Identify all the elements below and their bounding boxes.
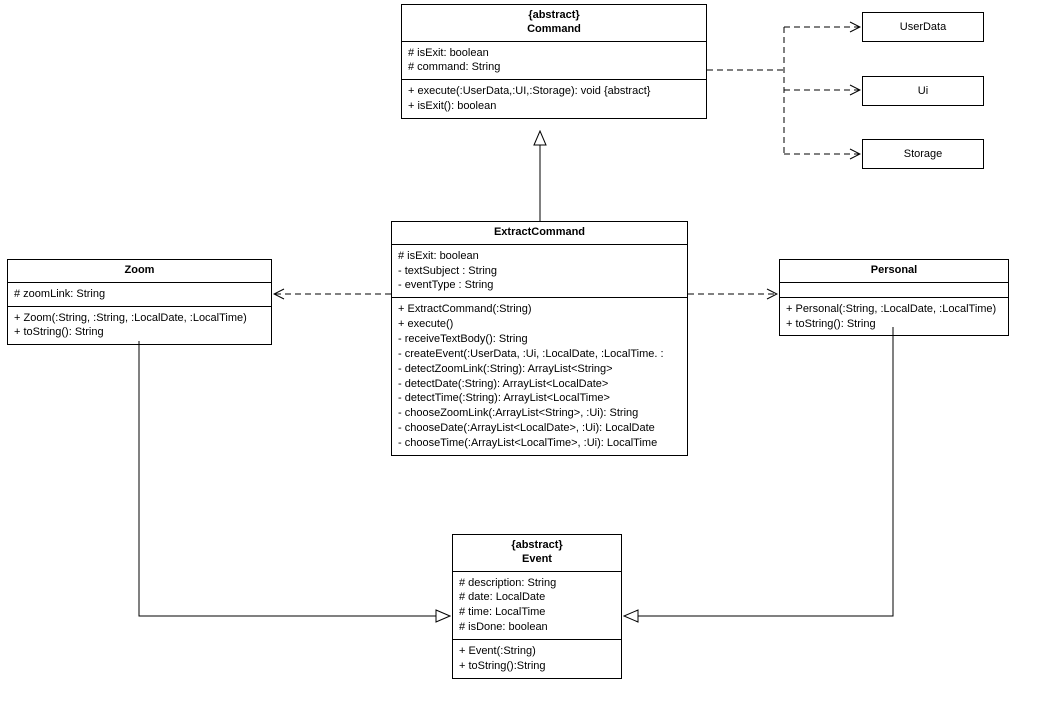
class-command-name: Command bbox=[408, 23, 700, 37]
class-zoom-title: Zoom bbox=[8, 260, 271, 283]
op: + Personal(:String, :LocalDate, :LocalTi… bbox=[786, 302, 1002, 317]
attr: # isExit: boolean bbox=[398, 249, 681, 264]
attr: # date: LocalDate bbox=[459, 590, 615, 605]
class-storage: Storage bbox=[862, 139, 984, 169]
op: - detectDate(:String): ArrayList<LocalDa… bbox=[398, 377, 681, 392]
attr: # zoomLink: String bbox=[14, 287, 265, 302]
class-userdata: UserData bbox=[862, 12, 984, 42]
op: + ExtractCommand(:String) bbox=[398, 302, 681, 317]
class-zoom-ops: + Zoom(:String, :String, :LocalDate, :Lo… bbox=[8, 307, 271, 345]
op: + isExit(): boolean bbox=[408, 99, 700, 114]
op: - chooseTime(:ArrayList<LocalTime>, :Ui)… bbox=[398, 436, 681, 451]
class-zoom-attrs: # zoomLink: String bbox=[8, 283, 271, 307]
attr: - eventType : String bbox=[398, 278, 681, 293]
class-extractcommand-ops: + ExtractCommand(:String) + execute() - … bbox=[392, 298, 687, 454]
class-extractcommand-title: ExtractCommand bbox=[392, 222, 687, 245]
class-extractcommand: ExtractCommand # isExit: boolean - textS… bbox=[391, 221, 688, 456]
class-event-name: Event bbox=[459, 553, 615, 567]
op: - receiveTextBody(): String bbox=[398, 332, 681, 347]
class-ui-name: Ui bbox=[918, 85, 928, 97]
class-command-title: {abstract} Command bbox=[402, 5, 706, 42]
op: - createEvent(:UserData, :Ui, :LocalDate… bbox=[398, 347, 681, 362]
class-userdata-name: UserData bbox=[900, 21, 946, 33]
attr: # isDone: boolean bbox=[459, 620, 615, 635]
class-zoom-name: Zoom bbox=[14, 264, 265, 278]
class-extractcommand-attrs: # isExit: boolean - textSubject : String… bbox=[392, 245, 687, 299]
attr: # description: String bbox=[459, 576, 615, 591]
class-storage-name: Storage bbox=[904, 148, 943, 160]
class-ui: Ui bbox=[862, 76, 984, 106]
class-event-attrs: # description: String # date: LocalDate … bbox=[453, 572, 621, 640]
uml-diagram: {abstract} Command # isExit: boolean # c… bbox=[0, 0, 1041, 708]
class-zoom: Zoom # zoomLink: String + Zoom(:String, … bbox=[7, 259, 272, 345]
class-event-title: {abstract} Event bbox=[453, 535, 621, 572]
op: + toString(): String bbox=[786, 317, 1002, 332]
op: - chooseZoomLink(:ArrayList<String>, :Ui… bbox=[398, 406, 681, 421]
op: - detectTime(:String): ArrayList<LocalTi… bbox=[398, 391, 681, 406]
class-personal: Personal + Personal(:String, :LocalDate,… bbox=[779, 259, 1009, 336]
class-command-ops: + execute(:UserData,:UI,:Storage): void … bbox=[402, 80, 706, 118]
op: - chooseDate(:ArrayList<LocalDate>, :Ui)… bbox=[398, 421, 681, 436]
op: - detectZoomLink(:String): ArrayList<Str… bbox=[398, 362, 681, 377]
attr: - textSubject : String bbox=[398, 264, 681, 279]
op: + Zoom(:String, :String, :LocalDate, :Lo… bbox=[14, 311, 265, 326]
op: + execute(:UserData,:UI,:Storage): void … bbox=[408, 84, 700, 99]
op: + toString(): String bbox=[14, 325, 265, 340]
class-event: {abstract} Event # description: String #… bbox=[452, 534, 622, 679]
attr: # time: LocalTime bbox=[459, 605, 615, 620]
op: + Event(:String) bbox=[459, 644, 615, 659]
attr: # isExit: boolean bbox=[408, 46, 700, 61]
class-personal-title: Personal bbox=[780, 260, 1008, 283]
class-personal-name: Personal bbox=[786, 264, 1002, 278]
class-extractcommand-name: ExtractCommand bbox=[398, 226, 681, 240]
class-personal-attrs bbox=[780, 283, 1008, 298]
class-event-stereo: {abstract} bbox=[459, 539, 615, 553]
class-command: {abstract} Command # isExit: boolean # c… bbox=[401, 4, 707, 119]
class-command-attrs: # isExit: boolean # command: String bbox=[402, 42, 706, 81]
attr: # command: String bbox=[408, 60, 700, 75]
class-event-ops: + Event(:String) + toString():String bbox=[453, 640, 621, 678]
class-personal-ops: + Personal(:String, :LocalDate, :LocalTi… bbox=[780, 298, 1008, 336]
op: + execute() bbox=[398, 317, 681, 332]
class-command-stereo: {abstract} bbox=[408, 9, 700, 23]
op: + toString():String bbox=[459, 659, 615, 674]
